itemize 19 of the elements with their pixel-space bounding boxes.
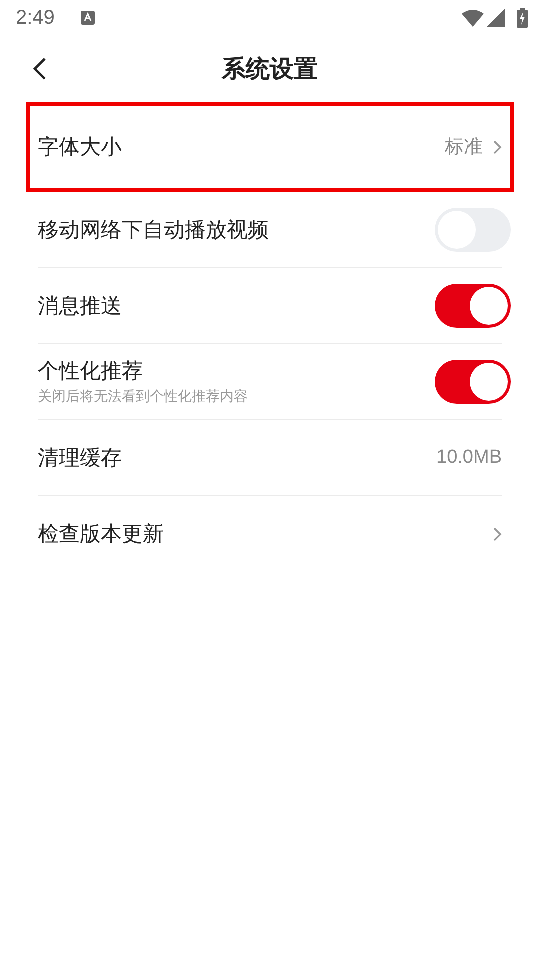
setting-value: 10.0MB	[436, 446, 502, 468]
setting-label: 消息推送	[38, 292, 123, 320]
setting-label: 个性化推荐	[38, 358, 144, 385]
notification-icon	[80, 11, 95, 25]
toggle-switch[interactable]	[435, 284, 511, 328]
setting-label: 移动网络下自动播放视频	[38, 216, 270, 244]
status-time: 2:49	[16, 6, 55, 30]
wifi-icon	[462, 10, 484, 26]
setting-label: 清理缓存	[38, 444, 123, 472]
setting-description: 关闭后将无法看到个性化推荐内容	[38, 388, 249, 406]
setting-label: 检查版本更新	[38, 521, 165, 548]
page-title: 系统设置	[222, 54, 318, 85]
toggle-switch[interactable]	[435, 360, 511, 404]
chevron-right-icon	[493, 526, 502, 542]
signal-icon	[487, 9, 505, 27]
setting-value: 标准	[445, 136, 483, 160]
setting-label: 字体大小	[38, 134, 123, 161]
battery-icon	[517, 8, 528, 28]
chevron-right-icon	[493, 140, 502, 154]
